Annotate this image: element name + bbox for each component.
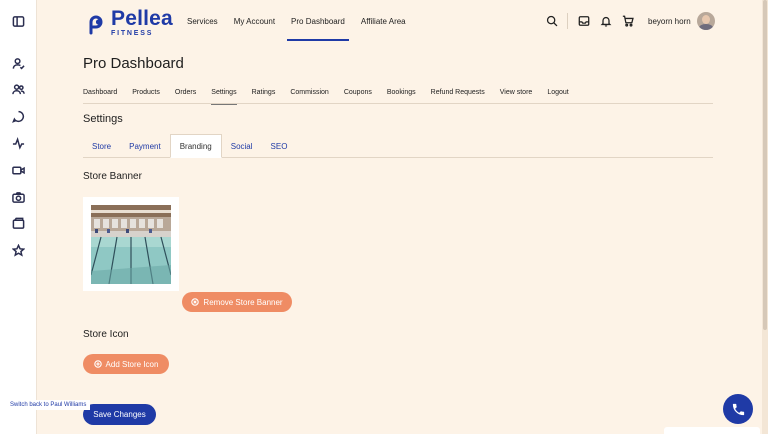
tab-store[interactable]: Store: [83, 134, 120, 158]
remove-store-banner-button[interactable]: Remove Store Banner: [182, 292, 292, 312]
site-header: Pellea FITNESS Services My Account Pro D…: [37, 0, 762, 42]
search-icon[interactable]: [545, 15, 558, 28]
video-icon[interactable]: [11, 163, 25, 177]
brand-name: Pellea: [111, 7, 173, 30]
user-name: beyorn horn: [648, 16, 691, 26]
subnav-item-coupons[interactable]: Coupons: [344, 89, 372, 104]
brand-logo[interactable]: Pellea FITNESS: [84, 8, 173, 37]
topnav-item-affiliate-area[interactable]: Affiliate Area: [361, 0, 406, 42]
bell-icon[interactable]: [599, 15, 612, 28]
user-check-icon[interactable]: [11, 56, 25, 70]
dashboard-subnav: Dashboard Products Orders Settings Ratin…: [83, 89, 713, 105]
panel-toggle-icon[interactable]: [11, 14, 25, 28]
subnav-item-settings[interactable]: Settings: [211, 89, 237, 105]
scrollbar-thumb[interactable]: [763, 0, 767, 330]
subnav-item-refund-requests[interactable]: Refund Requests: [431, 89, 485, 104]
settings-title: Settings: [83, 113, 123, 125]
brand-logo-mark-icon: [89, 15, 103, 34]
tab-payment[interactable]: Payment: [120, 134, 170, 158]
subnav-item-orders[interactable]: Orders: [175, 89, 196, 104]
tab-branding[interactable]: Branding: [169, 134, 222, 158]
page-scrollbar[interactable]: [762, 0, 768, 434]
chat-widget-edge[interactable]: [664, 427, 760, 434]
add-store-icon-label: Add Store Icon: [105, 359, 159, 369]
avatar[interactable]: [696, 12, 715, 30]
topnav-item-services[interactable]: Services: [187, 0, 218, 42]
subnav-item-commission[interactable]: Commission: [290, 89, 329, 104]
tab-social[interactable]: Social: [222, 134, 262, 158]
save-changes-button[interactable]: Save Changes: [83, 404, 156, 425]
page-title: Pro Dashboard: [83, 55, 184, 72]
subnav-item-products[interactable]: Products: [132, 89, 160, 104]
call-button[interactable]: [723, 394, 753, 424]
star-icon[interactable]: [11, 243, 25, 257]
subnav-item-bookings[interactable]: Bookings: [387, 89, 416, 104]
banner-pool-image: [91, 205, 171, 284]
store-banner-preview: [83, 197, 179, 291]
subnav-item-view-store[interactable]: View store: [500, 89, 533, 104]
left-icon-rail: [0, 0, 37, 434]
users-icon[interactable]: [11, 82, 25, 96]
subnav-item-dashboard[interactable]: Dashboard: [83, 89, 117, 104]
user-menu[interactable]: beyorn horn: [648, 12, 715, 30]
remove-circle-icon: [191, 298, 200, 306]
subnav-item-ratings[interactable]: Ratings: [252, 89, 276, 104]
header-divider: [567, 13, 568, 29]
camera-icon[interactable]: [11, 190, 25, 204]
store-icon-heading: Store Icon: [83, 329, 129, 340]
wallet-icon[interactable]: [11, 216, 25, 230]
top-navigation: Services My Account Pro Dashboard Affili…: [187, 0, 422, 42]
topnav-item-pro-dashboard[interactable]: Pro Dashboard: [287, 0, 349, 42]
add-store-icon-button[interactable]: Add Store Icon: [83, 354, 169, 374]
activity-icon[interactable]: [11, 136, 25, 150]
add-circle-icon: [93, 360, 102, 368]
brand-tagline: FITNESS: [111, 30, 154, 37]
switch-back-link[interactable]: Switch back to Paul Williams: [6, 400, 91, 410]
topnav-item-my-account[interactable]: My Account: [234, 0, 275, 42]
phone-icon: [732, 403, 744, 415]
cart-icon[interactable]: [621, 15, 634, 28]
header-actions: [545, 13, 643, 29]
tab-seo[interactable]: SEO: [262, 134, 297, 158]
settings-tabs: Store Payment Branding Social SEO: [83, 134, 713, 158]
inbox-icon[interactable]: [577, 15, 590, 28]
chat-icon[interactable]: [11, 109, 25, 123]
store-banner-heading: Store Banner: [83, 171, 142, 182]
remove-store-banner-label: Remove Store Banner: [203, 297, 283, 307]
subnav-item-logout[interactable]: Logout: [547, 89, 568, 104]
